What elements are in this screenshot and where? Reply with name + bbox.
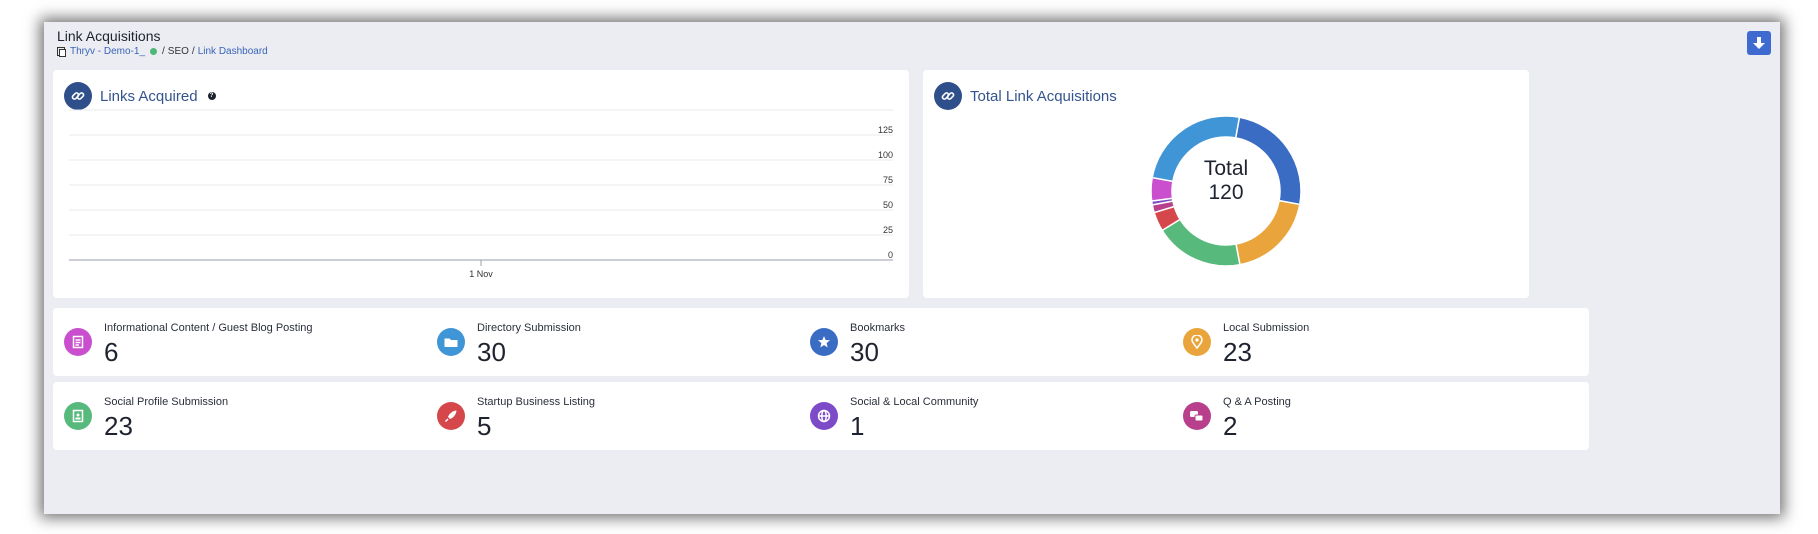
page-title: Link Acquisitions — [57, 28, 161, 44]
links-acquired-card: Links Acquired ? 0 25 50 75 100 125 1 Nov — [53, 70, 909, 298]
donut-slice[interactable] — [1235, 199, 1301, 266]
stat-label: Bookmarks — [850, 322, 906, 334]
chat-bubbles-icon — [1183, 402, 1211, 430]
y-tick-label: 125 — [878, 125, 893, 135]
total-link-acquisitions-card: Total Link Acquisitions Total 120 — [923, 70, 1529, 298]
status-dot-icon — [150, 48, 158, 55]
star-bookmark-icon — [810, 328, 838, 356]
download-arrow-icon — [1753, 37, 1765, 49]
donut-chart: Total 120 — [1150, 115, 1302, 267]
stat-label: Informational Content / Guest Blog Posti… — [104, 322, 313, 334]
breadcrumb-page-link[interactable]: Link Dashboard — [198, 46, 268, 57]
stat-value: 5 — [477, 411, 492, 441]
y-tick-label: 0 — [888, 250, 893, 260]
copy-icon[interactable] — [57, 47, 66, 57]
stat-label: Social & Local Community — [850, 396, 979, 408]
donut-slice[interactable] — [1161, 218, 1241, 267]
y-tick-label: 100 — [878, 150, 893, 160]
profile-document-icon — [64, 402, 92, 430]
rocket-icon — [437, 402, 465, 430]
breadcrumb: Thryv - Demo-1_ / SEO / Link Dashboard — [57, 46, 268, 57]
globe-icon — [810, 402, 838, 430]
y-tick-label: 50 — [883, 200, 893, 210]
stat-card[interactable]: Startup Business Listing 5 — [426, 382, 843, 450]
breadcrumb-section: SEO — [167, 46, 189, 57]
stat-label: Startup Business Listing — [477, 396, 596, 408]
donut-center-label: Total — [1204, 157, 1248, 180]
links-acquired-chart: 0 25 50 75 100 125 1 Nov — [53, 70, 909, 298]
y-tick-label: 75 — [883, 175, 893, 185]
stat-card[interactable]: Bookmarks 30 — [799, 308, 1216, 376]
dashboard-frame: Link Acquisitions Thryv - Demo-1_ / SEO … — [44, 22, 1780, 514]
stat-card[interactable]: Directory Submission 30 — [426, 308, 843, 376]
breadcrumb-separator: / — [191, 46, 195, 57]
x-tick-label: 1 Nov — [469, 269, 493, 279]
stat-card[interactable]: Social & Local Community 1 — [799, 382, 1216, 450]
stat-label: Directory Submission — [477, 322, 581, 334]
stat-value: 6 — [104, 337, 119, 367]
stat-value: 23 — [1223, 337, 1252, 367]
map-pin-icon — [1183, 328, 1211, 356]
donut-center-value: 120 — [1208, 181, 1243, 204]
stat-value: 30 — [477, 337, 506, 367]
document-icon — [64, 328, 92, 356]
stat-value: 1 — [850, 411, 865, 441]
breadcrumb-client-link[interactable]: Thryv - Demo-1_ — [70, 46, 145, 57]
stat-value: 2 — [1223, 411, 1238, 441]
stat-label: Local Submission — [1223, 322, 1310, 334]
folder-icon — [437, 328, 465, 356]
stat-card[interactable]: Informational Content / Guest Blog Posti… — [53, 308, 470, 376]
stat-value: 23 — [104, 411, 133, 441]
stat-value: 30 — [850, 337, 879, 367]
stat-card[interactable]: Q & A Posting 2 — [1172, 382, 1589, 450]
line-chart: 0 25 50 75 100 125 1 Nov — [69, 109, 893, 279]
download-button[interactable] — [1747, 31, 1771, 55]
breadcrumb-separator: / — [162, 46, 165, 57]
stat-card[interactable]: Social Profile Submission 23 — [53, 382, 470, 450]
y-tick-label: 25 — [883, 225, 893, 235]
stat-label: Q & A Posting — [1223, 396, 1291, 408]
stat-label: Social Profile Submission — [104, 396, 229, 408]
stat-card[interactable]: Local Submission 23 — [1172, 308, 1589, 376]
